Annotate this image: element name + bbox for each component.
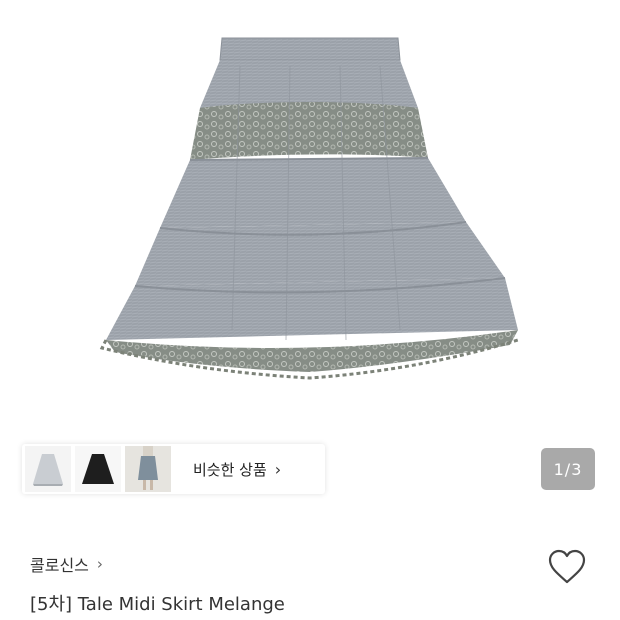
brand-name: 콜로신스: [30, 556, 89, 575]
image-page-indicator: 1 / 3: [541, 448, 595, 490]
thumbnail-black-skirt[interactable]: [75, 446, 121, 492]
similar-products-label: 비슷한 상품: [193, 460, 267, 479]
skirt-illustration: [99, 37, 519, 380]
similar-products-bar[interactable]: 비슷한 상품 ›: [22, 444, 325, 494]
similar-products-link[interactable]: 비슷한 상품 ›: [193, 459, 281, 480]
thumbnail-model-skirt[interactable]: [125, 446, 171, 492]
brand-link[interactable]: 콜로신스 ›: [30, 552, 103, 576]
chevron-right-icon: ›: [274, 459, 282, 479]
page-total: 3: [571, 459, 583, 479]
like-button[interactable]: [548, 549, 586, 585]
product-title: [5차] Tale Midi Skirt Melange: [30, 594, 285, 615]
product-image[interactable]: [0, 0, 620, 430]
heart-outline-icon: [548, 549, 586, 584]
chevron-right-icon: ›: [96, 555, 103, 573]
thumbnail-grey-skirt[interactable]: [25, 446, 71, 492]
page-current: 1: [553, 459, 565, 479]
